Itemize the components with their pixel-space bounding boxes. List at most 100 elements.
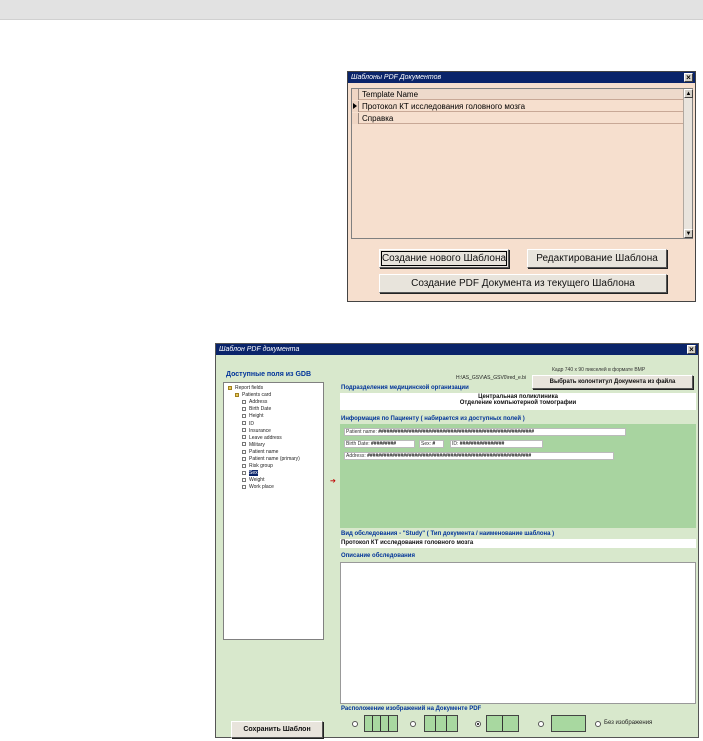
templates-grid: Template Name Протокол КТ исследования г… bbox=[351, 88, 693, 239]
template-name-cell[interactable]: Справка bbox=[362, 113, 393, 124]
browser-top-bar bbox=[0, 0, 703, 20]
vertical-scrollbar[interactable]: ▲ ▼ bbox=[683, 89, 693, 238]
folder-icon bbox=[235, 392, 239, 397]
field-icon bbox=[242, 470, 246, 475]
description-label: Описание обследования bbox=[341, 553, 415, 559]
row-indicator bbox=[352, 101, 359, 112]
field-icon bbox=[242, 485, 246, 490]
sex-field[interactable]: Sex: # bbox=[419, 440, 444, 448]
tree-item-label: Risk group bbox=[249, 463, 273, 470]
choose-header-file-button[interactable]: Выбрать колонтитул Документа из файла bbox=[532, 375, 693, 389]
patient-info-label: Информация по Пациенту ( набирается из д… bbox=[341, 416, 525, 422]
department-line-2: Отделение компьютерной томографии bbox=[459, 400, 577, 406]
tree-item-label: Leave address bbox=[249, 434, 282, 441]
tree-item-label: ID bbox=[249, 420, 254, 427]
layout-2-radio[interactable] bbox=[475, 721, 481, 727]
tree-item-label: Height bbox=[249, 413, 264, 420]
tree-item-label: Military bbox=[249, 441, 265, 448]
row-indicator bbox=[352, 113, 359, 124]
tree-item-label: Patients card bbox=[242, 392, 272, 399]
tree-item[interactable]: Patient name (primary) bbox=[242, 456, 300, 462]
close-icon[interactable]: × bbox=[684, 73, 693, 82]
tree-item-label: Patient name bbox=[249, 448, 279, 455]
birth-date-value: ######### bbox=[371, 441, 397, 447]
layout-3-radio[interactable] bbox=[410, 721, 416, 727]
insert-arrow-icon: ➔ bbox=[330, 478, 336, 485]
fields-tree[interactable]: Report fields Patients card Address Birth D… bbox=[223, 382, 324, 640]
tree-item[interactable]: Patients card bbox=[235, 392, 271, 398]
row-indicator bbox=[352, 89, 359, 100]
scroll-up-icon[interactable]: ▲ bbox=[684, 89, 693, 98]
department-label: Подразделения медицинской организации bbox=[341, 385, 469, 391]
image-layout-options: Без изображения bbox=[340, 711, 697, 737]
tree-item[interactable]: Risk group bbox=[242, 463, 273, 469]
layout-1-preview[interactable] bbox=[551, 715, 586, 732]
address-label: Address: bbox=[346, 453, 366, 459]
field-icon bbox=[242, 449, 246, 454]
tree-item[interactable]: Address bbox=[242, 399, 267, 405]
tree-item[interactable]: Weight bbox=[242, 477, 264, 483]
pdf-template-editor-window: Шаблон PDF документа × Доступные поля из… bbox=[215, 343, 699, 738]
department-box[interactable]: Центральная поликлиника Отделение компью… bbox=[340, 393, 696, 410]
window-title-bar: Шаблоны PDF Документов × bbox=[348, 72, 695, 83]
description-textarea[interactable] bbox=[340, 562, 696, 704]
header-file-path: H:\AS_GSV\AS_GSV0\red_e.bi bbox=[456, 375, 527, 381]
layout-1-radio[interactable] bbox=[538, 721, 544, 727]
no-images-label: Без изображения bbox=[604, 720, 653, 726]
patient-name-label: Patient name: bbox=[346, 429, 377, 435]
create-new-template-button[interactable]: Создание нового Шаблона bbox=[379, 249, 509, 268]
patient-name-value: ########################################… bbox=[378, 429, 534, 435]
id-value: ################ bbox=[459, 441, 505, 447]
close-icon[interactable]: × bbox=[687, 345, 696, 354]
study-value-field[interactable]: Протокол КТ исследования головного мозга bbox=[340, 539, 696, 548]
tree-item[interactable]: Insurance bbox=[242, 428, 271, 434]
scroll-down-icon[interactable]: ▼ bbox=[684, 229, 693, 238]
tree-item-label: Address bbox=[249, 399, 268, 406]
patient-name-field[interactable]: Patient name: ##########################… bbox=[344, 428, 626, 436]
tree-item[interactable]: Leave address bbox=[242, 435, 282, 441]
birth-date-label: Birth Date: bbox=[346, 441, 370, 447]
fields-pane: Доступные поля из GDB Report fields Patie… bbox=[216, 356, 330, 738]
patient-info-area[interactable]: Patient name: ##########################… bbox=[340, 424, 696, 528]
tree-item-label: Birth Date bbox=[249, 406, 272, 413]
tree-item[interactable]: ID bbox=[242, 421, 254, 427]
id-label: ID: bbox=[452, 441, 459, 447]
no-images-radio[interactable] bbox=[595, 721, 601, 727]
create-pdf-document-button[interactable]: Создание PDF Документа из текущего Шабло… bbox=[379, 274, 667, 293]
current-row-icon bbox=[353, 103, 357, 109]
layout-4-preview[interactable] bbox=[364, 715, 398, 732]
tree-item[interactable]: Military bbox=[242, 442, 265, 448]
table-row[interactable]: Протокол КТ исследования головного мозга bbox=[352, 101, 684, 112]
sex-value: # bbox=[432, 441, 436, 447]
save-template-button[interactable]: Сохранить Шаблон bbox=[231, 721, 323, 738]
field-icon bbox=[242, 428, 246, 433]
field-icon bbox=[242, 435, 246, 440]
tree-item[interactable]: Report fields bbox=[228, 385, 263, 391]
tree-item[interactable]: Patient name bbox=[242, 449, 278, 455]
layout-3-preview[interactable] bbox=[424, 715, 458, 732]
layout-2-preview[interactable] bbox=[486, 715, 519, 732]
field-icon bbox=[242, 399, 246, 404]
document-layout-pane: H:\AS_GSV\AS_GSV0\red_e.bi Кадр 740 x 90… bbox=[340, 356, 697, 737]
field-icon bbox=[242, 442, 246, 447]
frame-size-note: Кадр 740 x 90 пикселей в формате BMP bbox=[552, 367, 646, 373]
window-title: Шаблоны PDF Документов bbox=[351, 74, 442, 81]
window-title: Шаблон PDF документа bbox=[219, 346, 300, 353]
birth-date-field[interactable]: Birth Date: ######### bbox=[344, 440, 415, 448]
tree-item-label: Weight bbox=[249, 477, 265, 484]
tree-item[interactable]: Sex bbox=[242, 470, 258, 477]
tree-item[interactable]: Birth Date bbox=[242, 406, 271, 412]
layout-4-radio[interactable] bbox=[352, 721, 358, 727]
address-field[interactable]: Address: ###############################… bbox=[344, 452, 614, 460]
tree-item[interactable]: Height bbox=[242, 413, 263, 419]
column-header-template-name[interactable]: Template Name bbox=[362, 89, 418, 100]
tree-item-label: Insurance bbox=[249, 427, 271, 434]
tree-item-label: Report fields bbox=[235, 385, 264, 391]
edit-template-button[interactable]: Редактирование Шаблона bbox=[527, 249, 667, 268]
folder-icon bbox=[228, 385, 232, 390]
table-row[interactable]: Справка bbox=[352, 113, 684, 124]
tree-item[interactable]: Work place bbox=[242, 484, 274, 490]
id-field[interactable]: ID: ################ bbox=[450, 440, 543, 448]
template-name-cell[interactable]: Протокол КТ исследования головного мозга bbox=[362, 101, 525, 112]
address-value: ########################################… bbox=[367, 453, 532, 459]
